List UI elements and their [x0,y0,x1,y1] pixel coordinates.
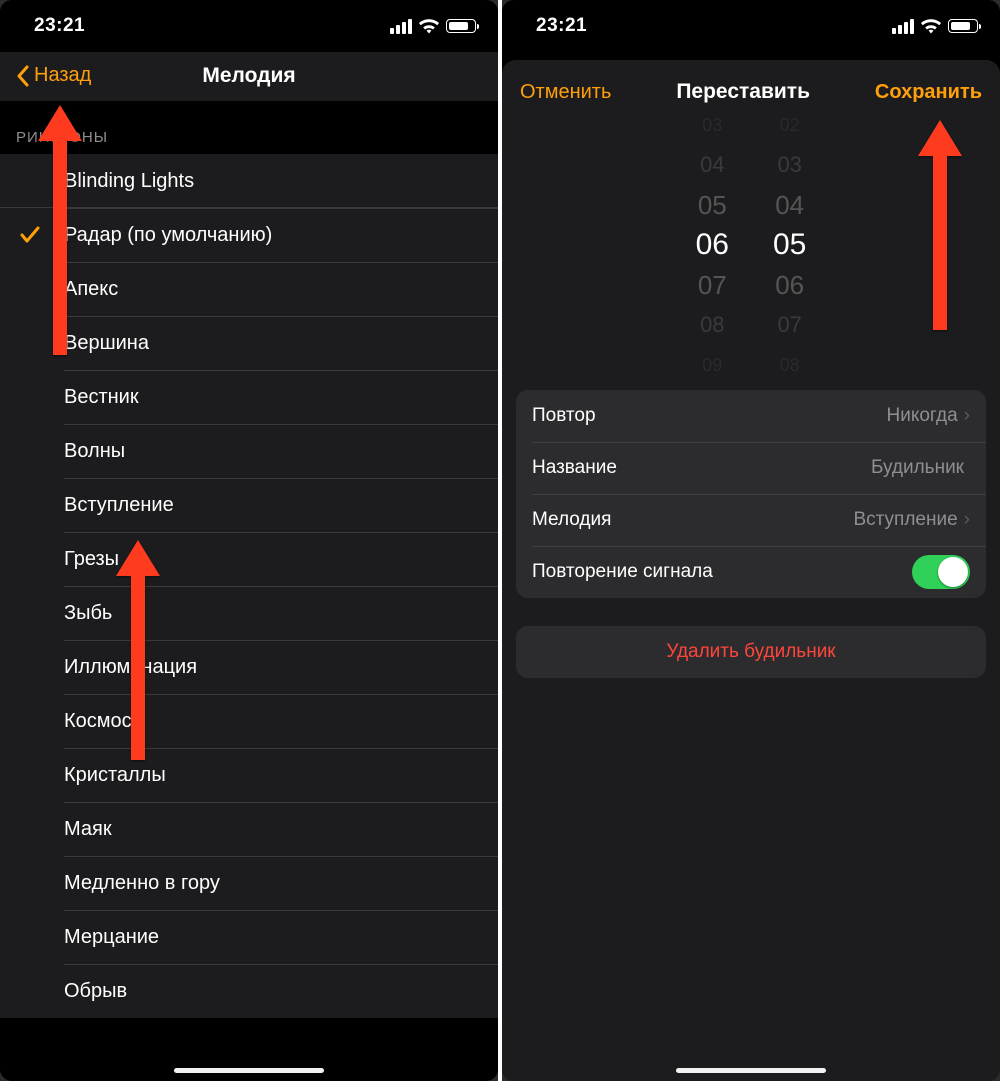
hour-option[interactable]: 07 [698,265,727,305]
home-indicator [174,1068,324,1073]
sound-label: Обрыв [64,980,482,1003]
sound-row[interactable]: Радар (по умолчанию) [0,208,498,262]
sound-label: Вершина [64,332,482,355]
repeat-value: Никогда [887,405,958,427]
sound-row[interactable]: Зыбь [0,586,498,640]
name-value: Будильник [871,457,964,479]
hour-option[interactable]: 05 [698,185,727,225]
sound-label: Вступление [64,494,482,517]
chevron-right-icon: › [964,405,970,427]
battery-icon [446,19,476,33]
sound-row[interactable]: Вершина [0,316,498,370]
sound-label: Иллюминация [64,656,482,679]
cellular-icon [390,19,412,34]
hour-option[interactable]: 03 [702,105,722,145]
section-header: РИНГТОНЫ [0,101,498,154]
status-time: 23:21 [34,15,85,37]
status-bar: 23:21 [0,0,498,52]
repeat-row[interactable]: Повтор Никогда › [516,390,986,442]
minute-option[interactable]: 02 [780,105,800,145]
status-right [390,18,476,34]
home-indicator [676,1068,826,1073]
sound-label: Blinding Lights [64,170,482,193]
snooze-row: Повторение сигнала [516,546,986,598]
snooze-toggle[interactable] [912,555,970,589]
page-title: Переставить [676,80,810,104]
sound-label: Медленно в гору [64,872,482,895]
modal-sheet: Отменить Переставить Сохранить 030405060… [502,60,1000,1081]
sound-list: Blinding Lights Радар (по умолчанию) Апекс… [0,154,498,1018]
battery-icon [948,19,978,33]
sound-label: Волны [64,440,482,463]
time-picker[interactable]: 03040506070809 02030405060708 [516,130,986,360]
sound-row[interactable]: Грезы [0,532,498,586]
hour-option[interactable]: 08 [700,305,724,345]
chevron-right-icon: › [964,509,970,531]
alarm-options: Повтор Никогда › Название Будильник Мело… [516,390,986,598]
wifi-icon [418,18,440,34]
hour-option[interactable]: 06 [696,225,729,265]
sound-row[interactable]: Blinding Lights [0,154,498,208]
sound-row[interactable]: Вестник [0,370,498,424]
minute-option[interactable]: 05 [773,225,806,265]
sound-row[interactable]: Маяк [0,802,498,856]
sounds-scroll[interactable]: РИНГТОНЫ Blinding Lights Радар (по умолча… [0,101,498,1074]
hour-column[interactable]: 03040506070809 [696,105,729,385]
minute-option[interactable]: 04 [775,185,804,225]
minute-column[interactable]: 02030405060708 [773,105,806,385]
name-row[interactable]: Название Будильник [516,442,986,494]
sound-row[interactable]: Медленно в гору [0,856,498,910]
checkmark-icon [20,226,64,244]
phone-right: 23:21 Отменить Переставить Сохранить 030… [502,0,1000,1081]
repeat-label: Повтор [532,405,887,427]
sound-row[interactable]: Мерцание [0,910,498,964]
save-button[interactable]: Сохранить [875,81,982,104]
sound-label: Вестник [64,386,482,409]
sound-label: Мерцание [64,926,482,949]
hour-option[interactable]: 04 [700,145,724,185]
snooze-label: Повторение сигнала [532,561,912,583]
sound-row[interactable]: Волны [0,424,498,478]
cancel-button[interactable]: Отменить [520,81,611,104]
sound-row[interactable]: Обрыв [0,964,498,1018]
cellular-icon [892,19,914,34]
sound-row[interactable]: Апекс [0,262,498,316]
sound-label: Грезы [64,548,482,571]
status-right [892,18,978,34]
sound-label: Кристаллы [64,764,482,787]
nav-bar: Назад Мелодия [0,52,498,101]
sound-label: Апекс [64,278,482,301]
sound-row[interactable]: Космос [0,694,498,748]
sound-label: Космос [64,710,482,733]
hour-option[interactable]: 09 [702,345,722,385]
minute-option[interactable]: 06 [775,265,804,305]
status-bar: 23:21 [502,0,1000,52]
sound-label: Маяк [64,818,482,841]
name-label: Название [532,457,871,479]
sound-label: Мелодия [532,509,853,531]
sound-row[interactable]: Иллюминация [0,640,498,694]
nav-bar: Отменить Переставить Сохранить [502,60,1000,120]
minute-option[interactable]: 08 [780,345,800,385]
sound-value: Вступление [853,509,957,531]
back-label: Назад [34,64,91,87]
chevron-left-icon [16,65,30,87]
minute-option[interactable]: 07 [777,305,801,345]
back-button[interactable]: Назад [16,64,91,87]
sound-label: Зыбь [64,602,482,625]
phone-left: 23:21 Назад Мелодия РИНГТОНЫ Blinding Li… [0,0,498,1081]
sound-row[interactable]: Мелодия Вступление › [516,494,986,546]
wifi-icon [920,18,942,34]
sound-row[interactable]: Вступление [0,478,498,532]
delete-alarm-button[interactable]: Удалить будильник [516,626,986,678]
sound-label: Радар (по умолчанию) [64,224,482,247]
status-time: 23:21 [536,15,587,37]
sound-row[interactable]: Кристаллы [0,748,498,802]
minute-option[interactable]: 03 [777,145,801,185]
